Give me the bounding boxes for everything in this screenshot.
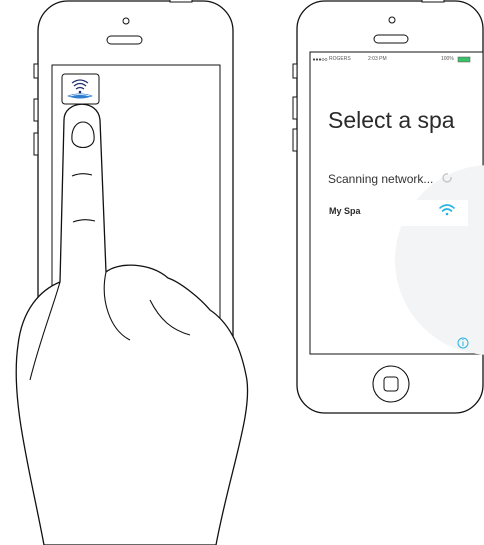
status-time: 2:03 PM [368,56,387,62]
page-title: Select a spa [328,107,455,133]
left-phone-top-button [169,0,193,3]
left-phone-side-button [33,63,39,79]
right-phone-speaker [373,34,409,44]
battery-percentage: 100% [441,56,454,62]
right-phone-side-button [292,128,298,152]
home-button[interactable] [372,365,410,403]
right-phone-side-button [292,96,298,120]
spa-wifi-app-icon[interactable] [61,73,100,105]
right-phone-camera [388,16,396,24]
carrier-label: ROGERS [329,56,351,62]
right-phone-side-button [292,63,298,79]
left-phone-side-button [33,98,39,122]
right-phone-top-button [421,0,445,3]
spa-list-item-label[interactable]: My Spa [329,206,361,216]
left-phone-speaker [106,35,143,45]
battery-icon [457,56,471,63]
right-phone [292,0,484,414]
illustration [15,0,484,545]
scanning-status: Scanning network... [328,172,434,186]
left-phone-camera [122,17,130,25]
left-phone-side-button [33,132,39,156]
